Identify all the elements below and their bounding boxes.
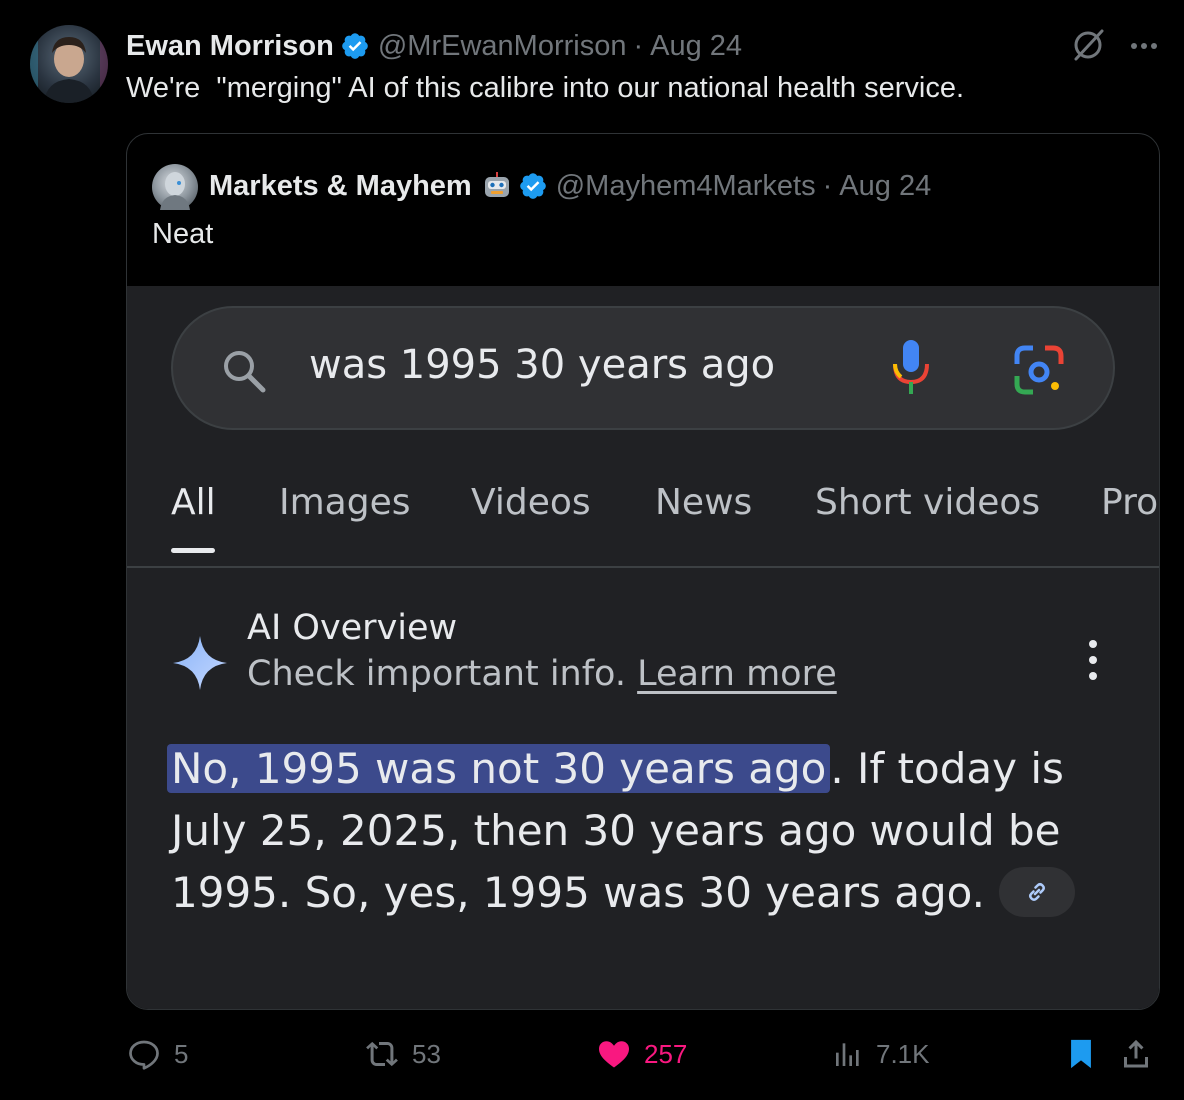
reply-icon — [129, 1040, 159, 1070]
post-date[interactable]: Aug 24 — [650, 30, 742, 63]
ai-overview-note: Check important info. — [247, 654, 626, 694]
views-button[interactable]: 7.1K — [832, 1036, 930, 1072]
like-button[interactable]: 257 — [596, 1036, 687, 1072]
quoted-author-avatar[interactable] — [152, 164, 198, 210]
ai-sparkle-icon — [173, 636, 227, 690]
ai-answer: No, 1995 was not 30 years ago. If today … — [167, 738, 1131, 924]
author-name[interactable]: Ewan Morrison — [126, 30, 334, 63]
search-icon — [224, 351, 266, 393]
bookmark-icon — [1071, 1039, 1091, 1069]
more-options-icon[interactable] — [1126, 28, 1162, 64]
quoted-post-date[interactable]: Aug 24 — [839, 170, 931, 203]
ai-overview-subtitle: Check important info. Learn more — [247, 654, 837, 694]
quoted-post[interactable]: Markets & Mayhem @Mayhem4Markets · Aug 2… — [126, 133, 1160, 1010]
answer-highlight: No, 1995 was not 30 years ago — [167, 744, 831, 793]
learn-more-link: Learn more — [637, 654, 837, 694]
tab-images: Images — [279, 482, 411, 523]
ai-overview-title: AI Overview — [247, 608, 458, 648]
header-separator: · — [633, 29, 644, 62]
share-button[interactable] — [1118, 1036, 1166, 1072]
lens-camera-icon — [1014, 345, 1064, 395]
kebab-menu-icon — [1089, 640, 1097, 680]
link-icon — [1028, 882, 1045, 901]
views-icon — [836, 1043, 859, 1066]
quoted-author-handle[interactable]: @Mayhem4Markets — [556, 170, 816, 203]
quoted-verified-badge-icon — [519, 173, 546, 199]
post-text: We're "merging" AI of this calibre into … — [126, 72, 965, 104]
attached-image[interactable]: was 1995 30 years ago All Images Videos … — [127, 286, 1159, 1009]
tab-short-videos: Short videos — [815, 482, 1041, 523]
reply-count: 5 — [174, 1038, 189, 1069]
tab-all: All — [171, 482, 216, 523]
quoted-author-name[interactable]: Markets & Mayhem — [209, 170, 472, 203]
repost-count: 53 — [412, 1038, 441, 1069]
search-bar: was 1995 30 years ago — [171, 306, 1115, 430]
verified-badge-icon — [342, 33, 368, 59]
author-avatar[interactable] — [30, 25, 108, 103]
source-link-chip — [998, 866, 1075, 917]
tab-news: News — [655, 482, 753, 523]
grok-icon[interactable] — [1070, 27, 1106, 63]
author-handle[interactable]: @MrEwanMorrison — [378, 30, 627, 63]
search-tabs: All Images Videos News Short videos Pro — [127, 464, 1159, 568]
search-query: was 1995 30 years ago — [309, 342, 776, 388]
share-icon — [1124, 1039, 1148, 1068]
tab-videos: Videos — [471, 482, 591, 523]
microphone-icon — [893, 340, 929, 394]
quoted-post-text: Neat — [152, 218, 214, 250]
post-actions: 5 53 257 7.1K — [126, 1036, 1166, 1076]
views-count: 7.1K — [876, 1038, 930, 1069]
repost-button[interactable]: 53 — [364, 1036, 441, 1072]
bookmark-button[interactable] — [1064, 1036, 1110, 1072]
tab-pro: Pro — [1101, 482, 1159, 523]
robot-emoji-icon — [484, 172, 509, 197]
post-header: Ewan Morrison @MrEwanMorrison · Aug 24 — [126, 28, 742, 64]
heart-icon — [599, 1041, 629, 1068]
quoted-header-separator: · — [822, 169, 833, 202]
like-count: 257 — [644, 1038, 688, 1069]
quoted-post-header: Markets & Mayhem @Mayhem4Markets · Aug 2… — [209, 168, 931, 204]
repost-icon — [366, 1041, 398, 1067]
active-tab-indicator — [171, 548, 215, 553]
reply-button[interactable]: 5 — [126, 1036, 188, 1072]
